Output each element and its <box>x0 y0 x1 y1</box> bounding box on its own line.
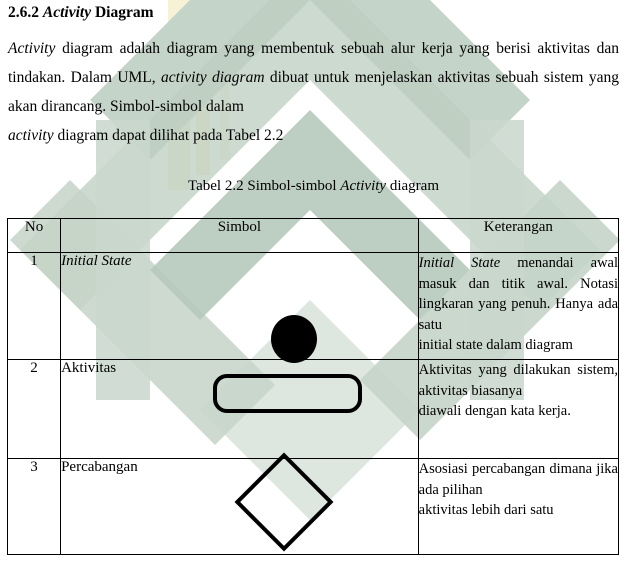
table-row: 1 Initial State Initial State menandai a… <box>6 252 620 363</box>
keterangan-last-line: initial state dalam diagram <box>418 337 573 353</box>
row-number: 3 <box>6 458 62 555</box>
keterangan-last-line: diawali dengan kata kerja. <box>418 403 571 419</box>
paragraph-text-3: diagram dapat dilihat pada Tabel 2.2 <box>57 127 284 144</box>
document-page: 2.6.2 Activity Diagram Activity diagram … <box>0 0 627 561</box>
row-number: 2 <box>6 359 62 459</box>
symbol-label: Percabangan <box>61 459 138 475</box>
column-header-keterangan: Keterangan <box>417 218 620 253</box>
section-heading: 2.6.2 Activity Diagram <box>8 4 154 22</box>
table-caption-prefix: Tabel 2.2 Simbol-simbol <box>188 178 337 194</box>
table-header-row: No Simbol Keterangan <box>6 218 620 253</box>
column-header-simbol: Simbol <box>60 218 419 253</box>
symbols-table: No Simbol Keterangan 1 Initial State Ini… <box>6 218 620 555</box>
keterangan-cell: Asosiasi percabangan dimana jika ada pil… <box>417 458 620 555</box>
symbol-label: Aktivitas <box>61 360 117 376</box>
symbol-cell: Initial State <box>60 252 419 363</box>
table-row: 2 Aktivitas Aktivitas yang dilakukan sis… <box>6 359 620 459</box>
body-paragraph: Activity diagram adalah diagram yang mem… <box>8 34 619 150</box>
keterangan-cell: Aktivitas yang dilakukan sistem, aktivit… <box>417 359 620 459</box>
table-caption-italic: Activity <box>340 178 387 194</box>
table-caption-suffix: diagram <box>389 178 439 194</box>
keterangan-cell: Initial State menandai awal masuk dan ti… <box>417 252 620 360</box>
keterangan-text: Asosiasi percabangan dimana jika ada pil… <box>418 461 618 498</box>
column-header-no: No <box>6 218 62 253</box>
section-title-italic: Activity <box>42 4 92 21</box>
paragraph-italic-mid: activity diagram <box>161 69 265 86</box>
section-title-rest: Diagram <box>94 4 154 21</box>
paragraph-italic-tail: activity <box>8 127 54 144</box>
paragraph-italic-lead: Activity <box>8 40 56 57</box>
table-caption: Tabel 2.2 Simbol-simbol Activity diagram <box>0 178 627 195</box>
symbol-cell: Aktivitas <box>60 359 419 459</box>
page-content: 2.6.2 Activity Diagram Activity diagram … <box>0 0 627 561</box>
row-number: 1 <box>6 252 62 360</box>
table-row: 3 Percabangan Asosiasi percabangan diman… <box>6 452 620 555</box>
symbol-label: Initial State <box>61 253 132 269</box>
symbol-cell: Percabangan <box>60 452 419 555</box>
keterangan-text: Aktivitas yang dilakukan sistem, aktivit… <box>418 362 618 399</box>
keterangan-italic: Initial State <box>418 255 501 271</box>
decision-diamond-icon <box>234 452 334 552</box>
keterangan-last-line: aktivitas lebih dari satu <box>418 502 554 518</box>
initial-state-circle-icon <box>271 315 318 363</box>
section-number: 2.6.2 <box>8 4 39 21</box>
activity-rounded-rectangle-icon <box>213 374 363 413</box>
